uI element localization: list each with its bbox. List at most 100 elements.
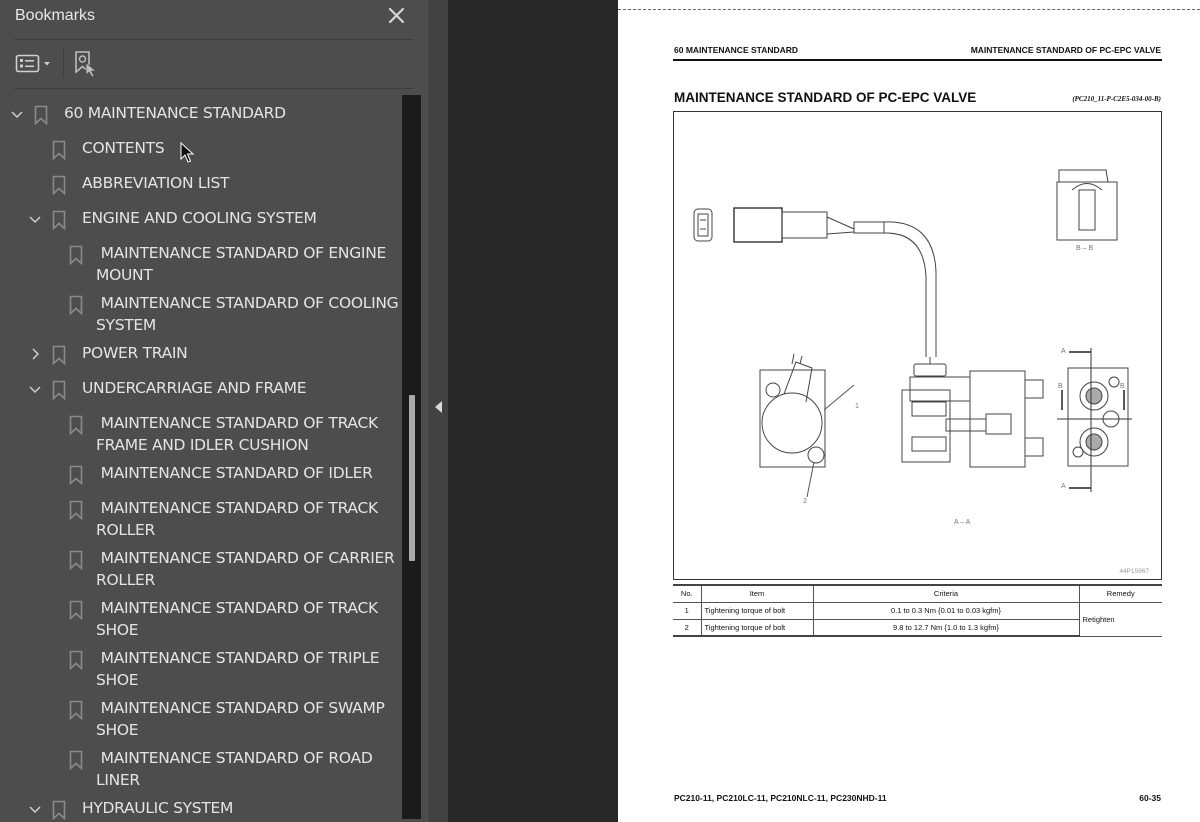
maintenance-spec-table: No. Item Criteria Remedy 1 Tightening to…	[673, 584, 1162, 637]
collapse-panel-arrow-icon[interactable]	[435, 401, 442, 413]
bookmark-icon	[52, 800, 66, 820]
page-boundary-line	[618, 9, 1200, 10]
bookmark-label: MAINTENANCE STANDARD OF TRIPLE SHOE	[96, 649, 380, 689]
header-divider	[14, 39, 413, 40]
page-footer-models: PC210-11, PC210LC-11, PC210NLC-11, PC230…	[674, 793, 887, 803]
page-number: 60-35	[1139, 793, 1161, 803]
bookmark-tree: 60 MAINTENANCE STANDARD CONTENTS ABBREVIAT…	[0, 96, 402, 822]
chevron-down-icon[interactable]	[28, 802, 42, 816]
pdf-page: 60 MAINTENANCE STANDARD MAINTENANCE STAN…	[618, 0, 1200, 822]
table-header-row: No. Item Criteria Remedy	[673, 584, 1162, 603]
bookmark-item[interactable]: MAINTENANCE STANDARD OF IDLER	[0, 464, 402, 486]
bookmark-item[interactable]: MAINTENANCE STANDARD OF CARRIER ROLLER	[0, 549, 402, 593]
bookmark-icon	[52, 345, 66, 365]
bookmark-label: POWER TRAIN	[82, 344, 188, 362]
cell-remedy: Retighten	[1078, 601, 1162, 637]
bookmark-item[interactable]: MAINTENANCE STANDARD OF TRACK FRAME AND …	[0, 414, 402, 458]
bookmark-label: MAINTENANCE STANDARD OF TRACK SHOE	[96, 599, 378, 639]
epc-valve-drawing	[693, 169, 1132, 498]
cell-item: Tightening torque of bolt	[700, 618, 814, 637]
toolbar-separator	[63, 48, 64, 78]
bookmark-item[interactable]: MAINTENANCE STANDARD OF TRACK SHOE	[0, 599, 402, 643]
bookmark-label: CONTENTS	[82, 139, 165, 157]
bookmarks-panel: Bookmarks 60 MAINTENANCE STANDARD CONTENT…	[0, 0, 428, 822]
running-header-right: MAINTENANCE STANDARD OF PC-EPC VALVE	[970, 45, 1161, 55]
chevron-down-icon[interactable]	[28, 212, 42, 226]
cell-criteria: 0.1 to 0.3 Nm {0.01 to 0.03 kgfm}	[812, 601, 1080, 620]
bookmark-icon	[69, 415, 83, 435]
valve-section-view	[901, 363, 1044, 468]
callout-2: 2	[803, 498, 807, 505]
valve-side-view	[759, 353, 855, 498]
bookmark-icon	[52, 140, 66, 160]
bookmark-icon	[69, 245, 83, 265]
bookmark-item[interactable]: CONTENTS	[0, 139, 402, 161]
bookmark-item[interactable]: MAINTENANCE STANDARD OF TRACK ROLLER	[0, 499, 402, 543]
view-label-aa: A – A	[954, 519, 971, 526]
col-header-remedy: Remedy	[1078, 584, 1162, 603]
bookmark-item[interactable]: 60 MAINTENANCE STANDARD	[0, 104, 402, 126]
bookmark-icon	[69, 700, 83, 720]
bookmark-icon	[52, 210, 66, 230]
section-marker-a-top: A	[1061, 348, 1066, 355]
bookmark-item[interactable]: ENGINE AND COOLING SYSTEM	[0, 209, 402, 231]
bookmark-icon	[69, 600, 83, 620]
bookmark-label: MAINTENANCE STANDARD OF IDLER	[96, 464, 373, 482]
chevron-right-icon[interactable]	[28, 347, 42, 361]
bookmark-item[interactable]: MAINTENANCE STANDARD OF SWAMP SHOE	[0, 699, 402, 743]
section-title: MAINTENANCE STANDARD OF PC-EPC VALVE	[674, 90, 977, 105]
bookmark-item[interactable]: UNDERCARRIAGE AND FRAME	[0, 379, 402, 401]
cell-criteria: 9.8 to 12.7 Nm {1.0 to 1.3 kgfm}	[812, 618, 1079, 637]
bookmark-label: ABBREVIATION LIST	[82, 174, 230, 192]
bookmark-label: 60 MAINTENANCE STANDARD	[64, 104, 286, 122]
bookmark-label: UNDERCARRIAGE AND FRAME	[82, 379, 307, 397]
document-code: (PC210_11-P-C2E5-034-00-B)	[1072, 95, 1161, 103]
cell-item: Tightening torque of bolt	[700, 601, 814, 620]
bookmark-icon	[69, 550, 83, 570]
connector-plug	[693, 207, 885, 243]
bookmark-item[interactable]: MAINTENANCE STANDARD OF ROAD LINER	[0, 749, 402, 793]
bookmark-icon	[52, 175, 66, 195]
running-header-left: 60 MAINTENANCE STANDARD	[674, 45, 799, 55]
scrollbar-thumb[interactable]	[409, 395, 415, 561]
cell-no: 2	[673, 618, 702, 637]
chevron-down-icon[interactable]	[10, 107, 24, 121]
col-header-item: Item	[700, 584, 814, 603]
bookmark-label: MAINTENANCE STANDARD OF SWAMP SHOE	[96, 699, 385, 739]
bookmark-item[interactable]: MAINTENANCE STANDARD OF ENGINE MOUNT	[0, 244, 402, 288]
bookmark-options-dropdown[interactable]	[14, 50, 56, 76]
close-icon	[388, 7, 405, 24]
bookmark-icon	[69, 500, 83, 520]
bookmark-icon	[69, 465, 83, 485]
bookmark-item[interactable]: MAINTENANCE STANDARD OF COOLING SYSTEM	[0, 294, 402, 338]
figure-id: 44P15967	[1119, 568, 1149, 575]
bookmark-label: MAINTENANCE STANDARD OF ENGINE MOUNT	[96, 244, 386, 284]
bookmark-label: MAINTENANCE STANDARD OF CARRIER ROLLER	[96, 549, 395, 589]
close-panel-button[interactable]	[384, 3, 410, 29]
list-options-icon	[15, 54, 50, 73]
col-header-no: No.	[673, 584, 702, 603]
bookmark-search-icon	[75, 51, 98, 78]
bookmark-item[interactable]: ABBREVIATION LIST	[0, 174, 402, 196]
bb-section-view	[1056, 169, 1118, 241]
bookmark-label: HYDRAULIC SYSTEM	[82, 799, 234, 817]
bookmark-item[interactable]: HYDRAULIC SYSTEM	[0, 799, 402, 821]
view-label-bb: B – B	[1076, 245, 1094, 252]
toolbar-divider	[14, 88, 413, 89]
bookmark-icon	[52, 380, 66, 400]
bookmark-icon	[69, 295, 83, 315]
bookmark-item[interactable]: MAINTENANCE STANDARD OF TRIPLE SHOE	[0, 649, 402, 693]
bookmark-label: MAINTENANCE STANDARD OF ROAD LINER	[96, 749, 373, 789]
bookmark-label: MAINTENANCE STANDARD OF TRACK ROLLER	[96, 499, 378, 539]
bookmark-label: MAINTENANCE STANDARD OF COOLING SYSTEM	[96, 294, 399, 334]
chevron-down-icon[interactable]	[28, 382, 42, 396]
bookmark-item[interactable]: POWER TRAIN	[0, 344, 402, 366]
bookmark-icon	[34, 105, 48, 125]
panel-title: Bookmarks	[15, 7, 96, 24]
find-current-bookmark-button[interactable]	[72, 48, 100, 78]
section-marker-b-left: B	[1058, 383, 1063, 390]
col-header-criteria: Criteria	[812, 584, 1080, 603]
header-rule	[673, 59, 1162, 61]
bookmark-label: MAINTENANCE STANDARD OF TRACK FRAME AND …	[96, 414, 378, 454]
chevron-down-icon	[44, 62, 50, 66]
